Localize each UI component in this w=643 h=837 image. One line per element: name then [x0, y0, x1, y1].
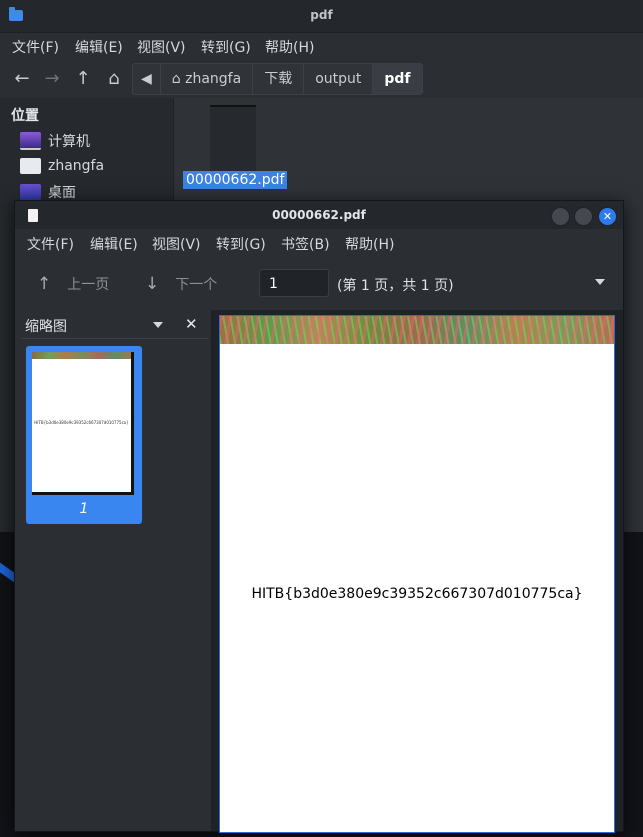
breadcrumb-pdf[interactable]: pdf — [373, 64, 422, 94]
page-thumbnail-image[interactable]: HITB{b3d0e380e9c39352c667307d010775ca} — [32, 352, 134, 495]
thumbnail-page-number: 1 — [79, 501, 89, 517]
down-arrow-icon: ↓ — [145, 274, 160, 294]
fm-menubar: 文件(F) 编辑(E) 视图(V) 转到(G) 帮助(H) — [0, 33, 643, 59]
minimize-button[interactable] — [551, 207, 570, 226]
computer-icon — [20, 132, 41, 150]
page-header-image — [220, 316, 614, 344]
sidebar-item-computer[interactable]: 计算机 — [20, 130, 90, 152]
viewer-window-title: 00000662.pdf — [272, 208, 366, 222]
viewer-menu-view[interactable]: 视图(V) — [152, 234, 201, 254]
fm-menu-view[interactable]: 视图(V) — [137, 37, 186, 57]
sidebar-item-home[interactable]: zhangfa — [20, 155, 104, 177]
thumbnail-header-band — [32, 352, 131, 359]
back-arrow-icon[interactable]: ← — [12, 69, 32, 89]
up-arrow-icon: ↑ — [37, 274, 52, 294]
home-icon: ⌂ — [171, 71, 186, 87]
breadcrumb-left-arrow-icon[interactable]: ◀ — [133, 64, 161, 94]
sidebar-item-label: 桌面 — [48, 185, 76, 201]
viewer-menu-help[interactable]: 帮助(H) — [345, 234, 394, 254]
pdf-file-icon[interactable] — [210, 105, 256, 171]
next-page-label: 下一个 — [175, 277, 218, 293]
breadcrumb-output[interactable]: output — [304, 64, 374, 94]
page-count-status: (第 1 页，共 1 页) — [337, 278, 454, 294]
fm-menu-edit[interactable]: 编辑(E) — [75, 37, 123, 57]
fm-menu-file[interactable]: 文件(F) — [12, 37, 59, 57]
viewer-menu-bookmarks[interactable]: 书签(B) — [281, 234, 330, 254]
viewer-titlebar: 00000662.pdf ✕ — [15, 201, 623, 229]
close-button[interactable]: ✕ — [598, 207, 617, 226]
chevron-down-icon[interactable] — [595, 279, 605, 285]
fm-titlebar: pdf — [0, 0, 643, 33]
viewer-menu-edit[interactable]: 编辑(E) — [90, 234, 138, 254]
selected-file-name[interactable]: 00000662.pdf — [183, 171, 288, 189]
viewer-menubar: 文件(F) 编辑(E) 视图(V) 转到(G) 书签(B) 帮助(H) — [15, 230, 623, 258]
prev-page-label: 上一页 — [67, 277, 110, 293]
places-heading: 位置 — [11, 108, 39, 124]
document-viewer-window: 00000662.pdf ✕ 文件(F) 编辑(E) 视图(V) 转到(G) 书… — [14, 200, 624, 833]
thumbnail-text: HITB{b3d0e380e9c39352c667307d010775ca} — [34, 420, 129, 425]
fm-menu-help[interactable]: 帮助(H) — [265, 37, 314, 57]
sidebar-close-icon[interactable]: ✕ — [185, 315, 198, 333]
document-page[interactable]: HITB{b3d0e380e9c39352c667307d010775ca} — [219, 315, 615, 833]
prev-page-button[interactable]: ↑ 上一页 — [37, 274, 109, 294]
close-icon: ✕ — [602, 210, 613, 223]
breadcrumb-downloads[interactable]: 下载 — [253, 64, 305, 94]
fm-menu-go[interactable]: 转到(G) — [201, 37, 251, 57]
up-arrow-icon[interactable]: ↑ — [73, 69, 93, 89]
maximize-button[interactable] — [574, 207, 593, 226]
sidebar-title: 缩略图 — [25, 319, 67, 335]
sidebar-item-label: 计算机 — [48, 134, 90, 150]
sidebar-divider — [21, 338, 209, 339]
viewer-menu-file[interactable]: 文件(F) — [27, 234, 74, 254]
document-body-text: HITB{b3d0e380e9c39352c667307d010775ca} — [251, 586, 583, 602]
page-number-input[interactable]: 1 — [259, 269, 329, 297]
home-folder-icon — [20, 158, 41, 174]
fm-window-title: pdf — [310, 8, 333, 22]
breadcrumb-home-label: zhangfa — [185, 71, 242, 87]
forward-arrow-icon[interactable]: → — [42, 69, 62, 89]
sidebar-dropdown-chevron-icon[interactable] — [153, 322, 163, 328]
desktop-icon — [20, 184, 41, 200]
viewer-menu-go[interactable]: 转到(G) — [216, 234, 266, 254]
sidebar-item-label: zhangfa — [48, 158, 105, 174]
breadcrumb: ◀ ⌂ zhangfa 下载 output pdf — [132, 63, 423, 95]
next-page-button[interactable]: ↓ 下一个 — [145, 274, 217, 294]
home-icon[interactable]: ⌂ — [104, 69, 124, 89]
breadcrumb-home[interactable]: ⌂ zhangfa — [161, 64, 254, 94]
